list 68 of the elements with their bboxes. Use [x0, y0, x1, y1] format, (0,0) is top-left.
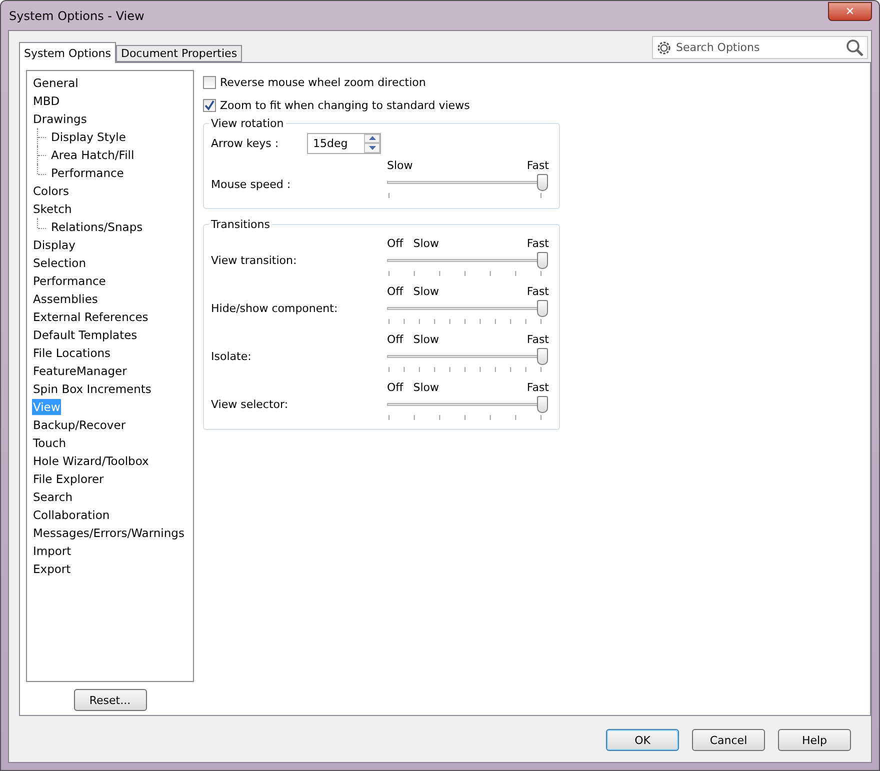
checkbox[interactable]	[203, 99, 216, 112]
field-label: Arrow keys :	[211, 136, 280, 150]
slider-label: View transition:	[211, 252, 298, 266]
tree-item[interactable]: Performance	[32, 273, 107, 289]
tree-item[interactable]: Drawings	[32, 111, 88, 127]
checkbox[interactable]	[203, 76, 216, 89]
reset-button[interactable]: Reset...	[74, 689, 146, 711]
tree-item[interactable]: Backup/Recover	[32, 417, 127, 433]
scale-label: Fast	[526, 237, 549, 251]
slider[interactable]	[387, 350, 549, 364]
checkbox-label: Reverse mouse wheel zoom direction	[220, 76, 426, 89]
slider-label: Mouse speed :	[211, 176, 292, 190]
tree-item[interactable]: Colors	[32, 183, 70, 199]
scale-label: Off	[387, 237, 404, 251]
scale-label: Slow	[413, 237, 440, 251]
tree-item[interactable]: Messages/Errors/Warnings	[32, 525, 186, 541]
tab[interactable]: System Options	[19, 42, 116, 63]
tree-item[interactable]: MBD	[32, 93, 61, 109]
window-title: System Options - View	[8, 8, 144, 22]
dialog-button[interactable]: Help	[778, 729, 851, 751]
tree-item[interactable]: FeatureManager	[32, 363, 128, 379]
scale-label: Slow	[413, 285, 440, 299]
slider[interactable]	[387, 398, 549, 412]
scale-label: Fast	[526, 159, 549, 173]
tree-item[interactable]: External References	[32, 309, 150, 325]
slider-label: View selector:	[211, 396, 290, 410]
tree-item[interactable]: File Locations	[32, 345, 112, 361]
group-title: View rotation	[210, 117, 285, 130]
checkbox-label: Zoom to fit when changing to standard views	[220, 99, 470, 112]
tree-item[interactable]: Export	[32, 561, 72, 577]
scale-label: Fast	[526, 381, 549, 395]
tree-item[interactable]: Default Templates	[32, 327, 138, 343]
slider-label: Hide/show component:	[211, 300, 339, 314]
tree-item[interactable]: Collaboration	[32, 507, 111, 523]
tree-item[interactable]: Performance	[50, 165, 125, 181]
slider[interactable]	[387, 176, 549, 190]
search-field[interactable]: Search Options	[652, 36, 868, 59]
tree-item[interactable]: Selection	[32, 255, 87, 271]
tree-item[interactable]: Search	[32, 489, 74, 505]
scale-label: Fast	[526, 285, 549, 299]
tree-item[interactable]: Touch	[32, 435, 68, 451]
tree-item[interactable]: Import	[32, 543, 72, 559]
scale-label: Slow	[413, 381, 440, 395]
slider[interactable]	[387, 302, 549, 316]
tree-item[interactable]: Sketch	[32, 201, 73, 217]
scale-label: Slow	[413, 333, 440, 347]
scale-label: Fast	[526, 333, 549, 347]
dialog-button[interactable]: Cancel	[692, 729, 765, 751]
search-icon[interactable]	[846, 38, 864, 56]
tree-item[interactable]: Area Hatch/Fill	[50, 147, 136, 163]
scale-label: Slow	[387, 159, 413, 173]
tree-item[interactable]: File Explorer	[32, 471, 105, 487]
tree-item[interactable]: Relations/Snaps	[50, 219, 144, 235]
slider-label: Isolate:	[211, 348, 252, 362]
tree-item[interactable]: Assemblies	[32, 291, 99, 307]
tree-item[interactable]: Hole Wizard/Toolbox	[32, 453, 150, 469]
tree-item[interactable]: General	[32, 75, 80, 91]
tree-item[interactable]: Display Style	[50, 129, 127, 145]
tab[interactable]: Document Properties	[116, 45, 242, 62]
dialog-button[interactable]: OK	[606, 729, 679, 751]
scale-label: Off	[387, 333, 404, 347]
tree-item[interactable]: Display	[32, 237, 76, 253]
tree-item[interactable]: Spin Box Increments	[32, 381, 152, 397]
slider[interactable]	[387, 254, 549, 268]
gear-icon	[656, 40, 672, 56]
group-title: Transitions	[210, 218, 271, 231]
scale-label: Off	[387, 381, 404, 395]
scale-label: Off	[387, 285, 404, 299]
